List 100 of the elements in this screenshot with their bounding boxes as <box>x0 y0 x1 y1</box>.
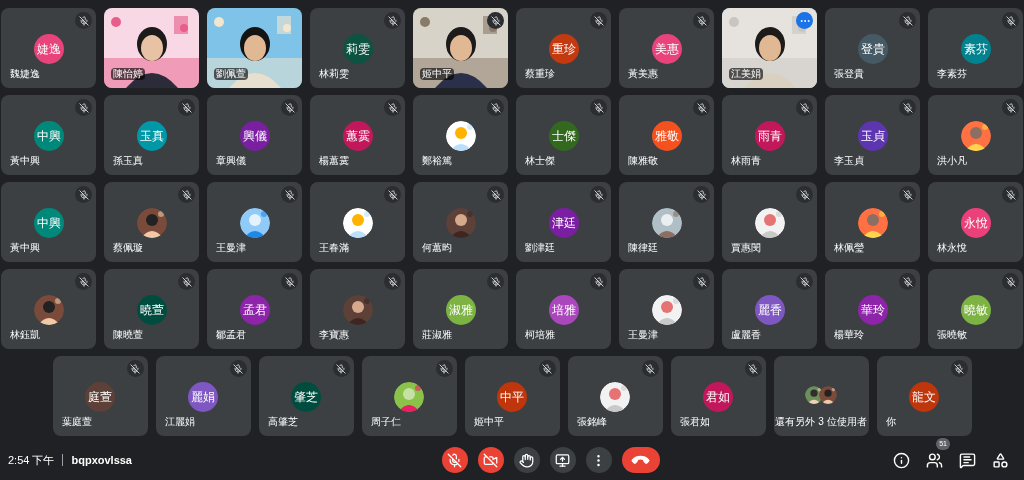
participant-tile[interactable]: 林佩瑩 <box>825 182 920 262</box>
participant-tile[interactable]: 登貴 張登貴 <box>825 8 920 88</box>
participant-tile[interactable]: 孟君 鄒孟君 <box>207 269 302 349</box>
participant-tile[interactable]: 林鈺凱 <box>1 269 96 349</box>
participant-tile[interactable]: 雨青 林雨青 <box>722 95 817 175</box>
initials-avatar: 曉萱 <box>136 295 167 325</box>
participant-tile[interactable]: 曉敏 張曉敏 <box>928 269 1023 349</box>
participant-name: 葉庭萱 <box>61 416 92 428</box>
participant-name: 林莉雯 <box>319 68 349 80</box>
shapes-icon <box>991 451 1009 469</box>
initials-avatar: 中興 <box>33 208 64 238</box>
participant-tile[interactable]: 姬中平 <box>413 8 508 88</box>
initials-avatar: 中平 <box>497 382 527 412</box>
initials-avatar: 孟君 <box>239 295 270 325</box>
initials-avatar: 曉敏 <box>960 295 991 325</box>
camera-button[interactable] <box>477 447 504 473</box>
raise-hand-button[interactable] <box>513 447 540 473</box>
participant-name: 魏婕逸 <box>10 68 40 80</box>
initials-avatar: 興儀 <box>239 121 270 151</box>
participant-tile[interactable]: 君如 張君如 <box>670 356 766 436</box>
present-screen-icon <box>555 452 570 468</box>
participant-tile[interactable]: 江美娟 <box>722 8 817 88</box>
participant-name: 林雨青 <box>731 155 761 167</box>
initials-avatar: 玉真 <box>136 121 167 151</box>
participant-tile[interactable]: 培雅 柯培雅 <box>516 269 611 349</box>
participant-tile[interactable]: 賈惠閔 <box>722 182 817 262</box>
participant-name: 你 <box>885 416 896 428</box>
participant-tile[interactable]: 津廷 劉津廷 <box>516 182 611 262</box>
participant-name: 黃美惠 <box>628 68 658 80</box>
participant-name: 高肇芝 <box>267 416 298 428</box>
participant-tile[interactable]: 中興 黃中興 <box>1 95 96 175</box>
participant-tile[interactable]: 興儀 章興儀 <box>207 95 302 175</box>
participant-tile[interactable]: 婕逸 魏婕逸 <box>1 8 96 88</box>
participant-name: 林佩瑩 <box>834 242 864 254</box>
participant-tile[interactable]: 素芬 李素芬 <box>928 8 1023 88</box>
participant-tile[interactable]: 肇芝 高肇芝 <box>258 356 354 436</box>
participant-name: 林士傑 <box>525 155 555 167</box>
participant-tile[interactable]: 玉貞 李玉貞 <box>825 95 920 175</box>
participant-tile[interactable]: 永悅 林永悅 <box>928 182 1023 262</box>
participant-tile[interactable]: 王曼津 <box>207 182 302 262</box>
microphone-button[interactable] <box>441 447 468 473</box>
participant-tile[interactable]: 淑雅 莊淑雅 <box>413 269 508 349</box>
participant-name: 姬中平 <box>473 416 504 428</box>
initials-avatar: 重珍 <box>548 34 579 64</box>
participant-tile[interactable]: 周子仁 <box>361 356 457 436</box>
initials-avatar: 士傑 <box>548 121 579 151</box>
participant-name: 陳律廷 <box>628 242 658 254</box>
participant-name: 劉佩萱 <box>214 68 248 80</box>
participant-tile[interactable]: 士傑 林士傑 <box>516 95 611 175</box>
participant-tile[interactable]: 洪小凡 <box>928 95 1023 175</box>
participant-name: 王春滿 <box>319 242 349 254</box>
more-options-button[interactable] <box>585 447 612 473</box>
participant-tile[interactable]: 庭萱 葉庭萱 <box>52 356 148 436</box>
initials-avatar: 庭萱 <box>85 382 115 412</box>
participant-tile[interactable]: 重珍 蔡重珍 <box>516 8 611 88</box>
participant-tile[interactable]: 美惠 黃美惠 <box>619 8 714 88</box>
participant-tile[interactable]: 還有另外 3 位使用者 <box>773 356 869 436</box>
participant-name: 劉津廷 <box>525 242 555 254</box>
participant-name: 林永悅 <box>937 242 967 254</box>
participant-tile[interactable]: 華玲 楊華玲 <box>825 269 920 349</box>
info-icon <box>892 451 910 469</box>
participant-tile[interactable]: 王曼津 <box>619 269 714 349</box>
initials-avatar: 培雅 <box>548 295 579 325</box>
participant-tile[interactable]: 陳怡婷 <box>104 8 199 88</box>
participant-tile[interactable]: 鄭裕篤 <box>413 95 508 175</box>
participant-tile[interactable]: 陳律廷 <box>619 182 714 262</box>
initials-avatar: 龍文 <box>909 382 939 412</box>
present-screen-button[interactable] <box>549 447 576 473</box>
participant-name: 洪小凡 <box>937 155 967 167</box>
participant-name: 陳曉萱 <box>113 329 143 341</box>
participant-tile[interactable]: 雅敬 陳雅敬 <box>619 95 714 175</box>
participant-name: 張登貴 <box>834 68 864 80</box>
participant-tile[interactable]: 麗香 盧麗香 <box>722 269 817 349</box>
participant-tile[interactable]: 劉佩萱 <box>207 8 302 88</box>
participant-tile[interactable]: 龍文 你 <box>876 356 972 436</box>
participant-name: 姬中平 <box>420 68 454 80</box>
participant-tile[interactable]: 張銘峰 <box>567 356 663 436</box>
participant-name: 楊華玲 <box>834 329 864 341</box>
participant-tile[interactable]: 蔡佩璇 <box>104 182 199 262</box>
initials-avatar: 婕逸 <box>33 34 64 64</box>
initials-avatar: 淑雅 <box>445 295 476 325</box>
participant-tile[interactable]: 玉真 孫玉真 <box>104 95 199 175</box>
participant-name: 盧麗香 <box>731 329 761 341</box>
participant-tile[interactable]: 蕙霙 楊蕙霙 <box>310 95 405 175</box>
participant-name: 黃中興 <box>10 155 40 167</box>
participant-tile[interactable]: 王春滿 <box>310 182 405 262</box>
participant-tile[interactable]: 莉雯 林莉雯 <box>310 8 405 88</box>
participant-tile[interactable]: 何蕙昀 <box>413 182 508 262</box>
initials-avatar: 麗娟 <box>188 382 218 412</box>
participant-tile[interactable]: 中平 姬中平 <box>464 356 560 436</box>
participant-name: 陳怡婷 <box>111 68 145 80</box>
participant-tile[interactable]: 中興 黃中興 <box>1 182 96 262</box>
initials-avatar: 津廷 <box>548 208 579 238</box>
meeting-time: 2:54 下午 <box>8 452 55 468</box>
participant-tile[interactable]: 曉萱 陳曉萱 <box>104 269 199 349</box>
participant-tile[interactable]: 麗娟 江麗娟 <box>155 356 251 436</box>
initials-avatar: 素芬 <box>960 34 991 64</box>
participant-tile[interactable]: 李寶惠 <box>310 269 405 349</box>
hang-up-button[interactable] <box>621 447 660 473</box>
initials-avatar: 雨青 <box>754 121 785 151</box>
